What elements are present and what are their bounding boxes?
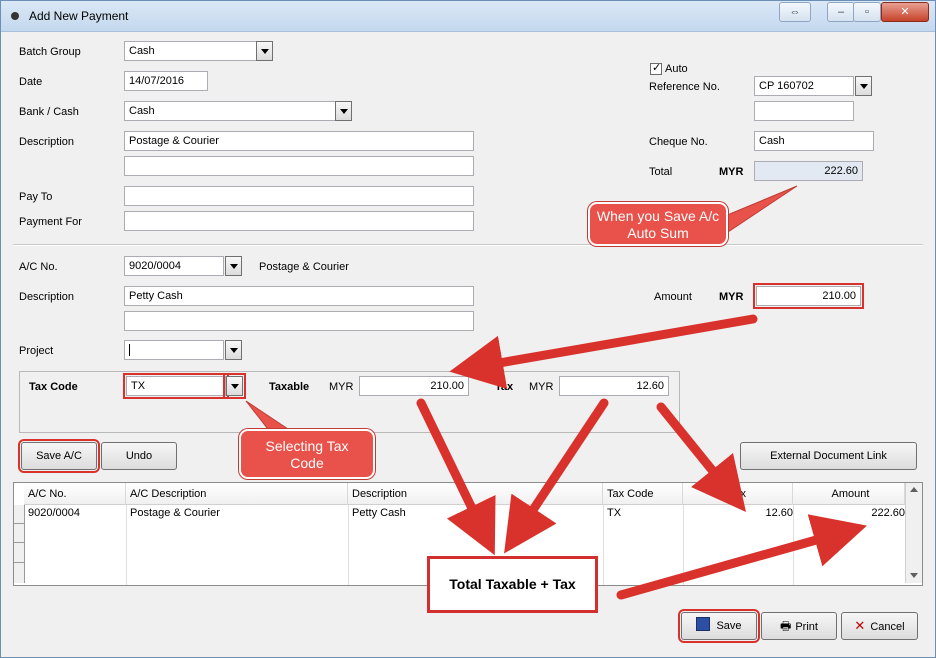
cancel-button[interactable]: ✕ Cancel bbox=[841, 612, 918, 640]
section-divider bbox=[13, 244, 923, 246]
date-label: Date bbox=[19, 76, 43, 88]
scroll-down-icon[interactable] bbox=[910, 573, 918, 578]
detail-description-label: Description bbox=[19, 291, 75, 303]
floppy-disk-icon bbox=[696, 617, 711, 631]
app-icon bbox=[11, 12, 19, 20]
resize-arrows-icon[interactable]: ⇔ bbox=[779, 2, 811, 22]
row-selector[interactable] bbox=[14, 563, 25, 583]
col-header-amount[interactable]: Amount bbox=[793, 483, 905, 505]
auto-label: Auto bbox=[665, 63, 688, 75]
total-field: 222.60 bbox=[754, 161, 863, 181]
callout-tax-code: Selecting Tax Code bbox=[239, 429, 375, 479]
cell-amount[interactable]: 222.60 bbox=[793, 507, 905, 519]
callout-auto-sum: When you Save A/c Auto Sum bbox=[588, 202, 728, 246]
reference-dropdown-icon[interactable] bbox=[855, 76, 872, 96]
taxable-currency: MYR bbox=[329, 381, 354, 393]
grid-scrollbar[interactable] bbox=[905, 483, 922, 583]
date-field[interactable]: 14/07/2016 bbox=[124, 71, 208, 91]
callout-pointer-auto-sum bbox=[724, 185, 798, 235]
maximize-button[interactable]: ▫ bbox=[853, 2, 881, 22]
ac-name: Postage & Courier bbox=[259, 261, 349, 273]
save-button[interactable]: Save bbox=[678, 609, 760, 643]
print-label: Print bbox=[795, 621, 818, 633]
col-header-description[interactable]: Description bbox=[348, 483, 603, 505]
bank-cash-dropdown-icon[interactable] bbox=[335, 101, 352, 121]
cancel-x-icon: ✕ bbox=[854, 618, 866, 633]
arrow-amount-to-taxable bbox=[449, 314, 758, 389]
bank-cash-label: Bank / Cash bbox=[19, 106, 79, 118]
taxable-field[interactable]: 210.00 bbox=[359, 376, 469, 396]
window-title: Add New Payment bbox=[29, 9, 129, 23]
payment-for-label: Payment For bbox=[19, 216, 82, 228]
tax-code-dropdown-icon[interactable] bbox=[223, 373, 246, 399]
payment-for-field[interactable] bbox=[124, 211, 474, 231]
batch-group-select[interactable]: Cash bbox=[124, 41, 257, 61]
tax-label: Tax bbox=[495, 381, 514, 393]
tax-currency: MYR bbox=[529, 381, 554, 393]
minimize-button[interactable]: – bbox=[827, 2, 855, 22]
cell-tax-code[interactable]: TX bbox=[603, 507, 621, 519]
detail-description-field-2[interactable] bbox=[124, 311, 474, 331]
save-label: Save bbox=[716, 620, 742, 632]
ac-no-label: A/C No. bbox=[19, 261, 58, 273]
cheque-field[interactable]: Cash bbox=[754, 131, 874, 151]
ac-no-dropdown-icon[interactable] bbox=[225, 256, 242, 276]
description-field-2[interactable] bbox=[124, 156, 474, 176]
project-label: Project bbox=[19, 345, 54, 357]
print-button[interactable]: 🖶 Print bbox=[761, 612, 837, 640]
pay-to-field[interactable] bbox=[124, 186, 474, 206]
col-header-tax-code[interactable]: Tax Code bbox=[603, 483, 683, 505]
reference-label: Reference No. bbox=[649, 81, 720, 93]
reference-field[interactable]: CP 160702 bbox=[754, 76, 854, 96]
batch-group-label: Batch Group bbox=[19, 46, 81, 58]
cell-description[interactable]: Petty Cash bbox=[348, 507, 406, 519]
bank-cash-select[interactable]: Cash bbox=[124, 101, 336, 121]
amount-currency: MYR bbox=[719, 291, 744, 303]
cell-tax[interactable]: 12.60 bbox=[683, 507, 793, 519]
row-selector[interactable] bbox=[14, 543, 25, 563]
reference-field-2[interactable] bbox=[754, 101, 854, 121]
taxable-label: Taxable bbox=[269, 381, 310, 393]
title-bar: Add New Payment ⇔ – ▫ ✕ bbox=[1, 1, 935, 32]
external-document-link-button[interactable]: External Document Link bbox=[740, 442, 917, 470]
tax-field[interactable]: 12.60 bbox=[559, 376, 669, 396]
text-cursor bbox=[129, 344, 130, 356]
amount-field[interactable]: 210.00 bbox=[753, 283, 864, 309]
save-ac-button[interactable]: Save A/C bbox=[18, 439, 100, 473]
col-header-ac-no[interactable]: A/C No. bbox=[24, 483, 126, 505]
project-field[interactable] bbox=[124, 340, 224, 360]
tax-code-label: Tax Code bbox=[29, 381, 78, 393]
row-selector[interactable] bbox=[14, 524, 25, 543]
pay-to-label: Pay To bbox=[19, 191, 53, 203]
cell-ac-description[interactable]: Postage & Courier bbox=[126, 507, 220, 519]
cell-ac-no[interactable]: 9020/0004 bbox=[24, 507, 80, 519]
project-dropdown-icon[interactable] bbox=[225, 340, 242, 360]
payment-window: Add New Payment ⇔ – ▫ ✕ Batch Group Cash… bbox=[0, 0, 936, 658]
batch-group-dropdown-icon[interactable] bbox=[256, 41, 273, 61]
col-header-tax[interactable]: Tax bbox=[683, 483, 793, 505]
printer-icon: 🖶 bbox=[780, 619, 792, 633]
auto-checkbox[interactable] bbox=[650, 61, 662, 75]
scroll-up-icon[interactable] bbox=[910, 487, 918, 492]
cancel-label: Cancel bbox=[870, 621, 905, 633]
detail-description-field[interactable]: Petty Cash bbox=[124, 286, 474, 306]
description-field[interactable]: Postage & Courier bbox=[124, 131, 474, 151]
undo-button[interactable]: Undo bbox=[101, 442, 177, 470]
total-currency: MYR bbox=[719, 166, 744, 178]
close-button[interactable]: ✕ bbox=[881, 2, 929, 22]
cheque-label: Cheque No. bbox=[649, 136, 708, 148]
ac-no-field[interactable]: 9020/0004 bbox=[124, 256, 224, 276]
note-total-taxable-tax: Total Taxable + Tax bbox=[427, 556, 598, 613]
description-label: Description bbox=[19, 136, 75, 148]
total-label: Total bbox=[649, 166, 673, 178]
tax-code-select[interactable]: TX bbox=[123, 373, 229, 399]
amount-label: Amount bbox=[654, 291, 692, 303]
col-header-ac-description[interactable]: A/C Description bbox=[126, 483, 348, 505]
